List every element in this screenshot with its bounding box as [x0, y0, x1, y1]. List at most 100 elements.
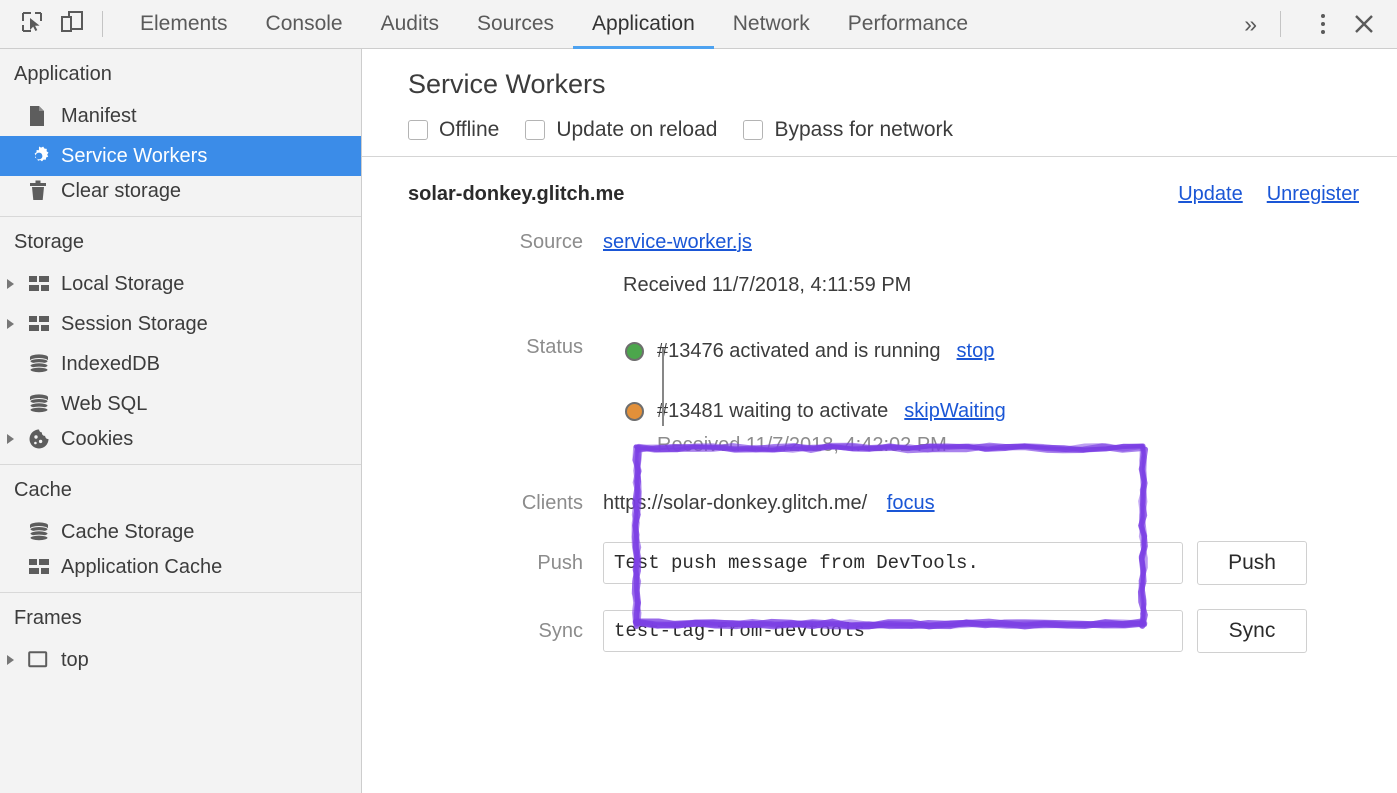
status-label: Status [408, 323, 603, 371]
sidebar-item-label: Cookies [61, 429, 133, 449]
sync-button[interactable]: Sync [1197, 609, 1307, 653]
sidebar-section-title: Application [0, 49, 361, 96]
sidebar-item-application-cache[interactable]: Application Cache [0, 552, 361, 592]
sidebar-item-label: Cache Storage [61, 522, 194, 542]
status-row: Status #13476 activated and is running s… [362, 323, 1397, 471]
document-icon [28, 105, 54, 127]
sw-options-row: Offline Update on reload Bypass for netw… [408, 118, 1397, 142]
checkbox-label: Offline [439, 118, 499, 142]
inspect-element-icon [21, 11, 43, 38]
worker-line-active: #13476 activated and is running stop [619, 337, 1089, 365]
database-icon [28, 354, 54, 374]
focus-link[interactable]: focus [887, 492, 935, 514]
sidebar-item-label: IndexedDB [61, 354, 160, 374]
status-connector-line [662, 348, 664, 426]
service-worker-registration: solar-donkey.glitch.me Update Unregister… [362, 157, 1397, 653]
sidebar-section-title: Frames [0, 593, 361, 640]
skip-waiting-link[interactable]: skipWaiting [904, 397, 1006, 425]
sidebar-item-web-sql[interactable]: Web SQL [0, 384, 361, 424]
tab-application[interactable]: Application [573, 0, 714, 49]
tab-console[interactable]: Console [247, 0, 362, 49]
chevron-right-icon[interactable] [6, 654, 24, 666]
sidebar-item-manifest[interactable]: Manifest [0, 96, 361, 136]
source-value: service-worker.js [603, 228, 1397, 256]
worker-received-timestamp: Received 11/7/2018, 4:42:02 PM [657, 431, 1089, 459]
checkbox-label: Update on reload [556, 118, 717, 142]
update-link[interactable]: Update [1178, 183, 1243, 206]
sidebar-item-service-workers[interactable]: Service Workers [0, 136, 361, 176]
devtools-toolbar: Elements Console Audits Sources Applicat… [0, 0, 1397, 49]
chevron-right-icon[interactable] [6, 318, 24, 330]
client-url: https://solar-donkey.glitch.me/ [603, 492, 867, 514]
sidebar-section-title: Storage [0, 217, 361, 264]
sidebar-section-title: Cache [0, 465, 361, 512]
gear-icon [28, 145, 54, 167]
bypass-for-network-checkbox[interactable]: Bypass for network [743, 118, 953, 142]
sidebar-item-label: Manifest [61, 106, 137, 126]
sidebar-item-label: top [61, 650, 89, 670]
worker-status-text: #13476 activated and is running [657, 337, 941, 365]
clients-body: https://solar-donkey.glitch.me/ focus [603, 489, 1397, 517]
service-workers-panel: Service Workers Offline Update on reload… [362, 49, 1397, 793]
panel-tabs: Elements Console Audits Sources Applicat… [121, 0, 987, 49]
tab-sources[interactable]: Sources [458, 0, 573, 49]
vertical-dots-icon[interactable] [1305, 4, 1341, 44]
tab-label: Console [266, 12, 343, 36]
device-toolbar-icon [60, 11, 84, 38]
status-dot-running [625, 342, 644, 361]
checkbox-box [525, 120, 545, 140]
sidebar-item-local-storage[interactable]: Local Storage [0, 264, 361, 304]
sidebar-item-top[interactable]: top [0, 640, 361, 680]
status-dot-waiting [625, 402, 644, 421]
worker-dot-wrap [619, 402, 649, 421]
device-toolbar-button[interactable] [52, 4, 92, 44]
sidebar-section-application: Application Manifest Service Workers [0, 49, 361, 216]
registration-header: solar-donkey.glitch.me Update Unregister [362, 183, 1397, 206]
worker-status-text: #13481 waiting to activate [657, 397, 888, 425]
source-received-timestamp: Received 11/7/2018, 4:11:59 PM [362, 274, 1397, 297]
toolbar-divider-right [1280, 11, 1281, 37]
push-button[interactable]: Push [1197, 541, 1307, 585]
source-label: Source [408, 228, 603, 256]
checkbox-box [408, 120, 428, 140]
sync-label: Sync [408, 620, 603, 643]
sidebar-item-cookies[interactable]: Cookies [0, 424, 361, 464]
tab-elements[interactable]: Elements [121, 0, 247, 49]
inspect-element-button[interactable] [12, 4, 52, 44]
unregister-link[interactable]: Unregister [1267, 183, 1359, 206]
tab-audits[interactable]: Audits [362, 0, 458, 49]
sync-input[interactable] [603, 610, 1183, 652]
sidebar-item-label: Session Storage [61, 314, 208, 334]
close-icon[interactable] [1341, 4, 1387, 44]
sidebar-item-label: Web SQL [61, 394, 147, 414]
source-row: Source service-worker.js [362, 228, 1397, 256]
sidebar-item-clear-storage[interactable]: Clear storage [0, 176, 361, 216]
push-label: Push [408, 552, 603, 575]
update-on-reload-checkbox[interactable]: Update on reload [525, 118, 717, 142]
database-icon [28, 522, 54, 542]
registration-origin: solar-donkey.glitch.me [408, 183, 624, 206]
push-input[interactable] [603, 542, 1183, 584]
tab-performance[interactable]: Performance [829, 0, 987, 49]
application-sidebar: Application Manifest Service Workers [0, 49, 362, 793]
table-icon [28, 275, 54, 293]
toolbar-right-controls: » [1228, 0, 1397, 49]
worker-line-waiting: #13481 waiting to activate skipWaiting [619, 397, 1089, 425]
offline-checkbox[interactable]: Offline [408, 118, 499, 142]
status-highlight-box: #13476 activated and is running stop #13… [603, 323, 1111, 471]
more-tabs-chevron-icon[interactable]: » [1228, 11, 1270, 38]
table-icon [28, 558, 54, 576]
sidebar-item-cache-storage[interactable]: Cache Storage [0, 512, 361, 552]
cookie-icon [28, 428, 54, 450]
chevron-right-icon[interactable] [6, 278, 24, 290]
tab-label: Network [733, 12, 810, 36]
sidebar-item-indexeddb[interactable]: IndexedDB [0, 344, 361, 384]
worker-dot-wrap [619, 342, 649, 361]
worker-spacer [619, 365, 1089, 397]
tab-network[interactable]: Network [714, 0, 829, 49]
sidebar-item-session-storage[interactable]: Session Storage [0, 304, 361, 344]
chevron-right-icon[interactable] [6, 433, 24, 445]
sidebar-section-storage: Storage Local Storage Session Storage [0, 216, 361, 464]
source-file-link[interactable]: service-worker.js [603, 231, 752, 253]
stop-link[interactable]: stop [957, 337, 995, 365]
